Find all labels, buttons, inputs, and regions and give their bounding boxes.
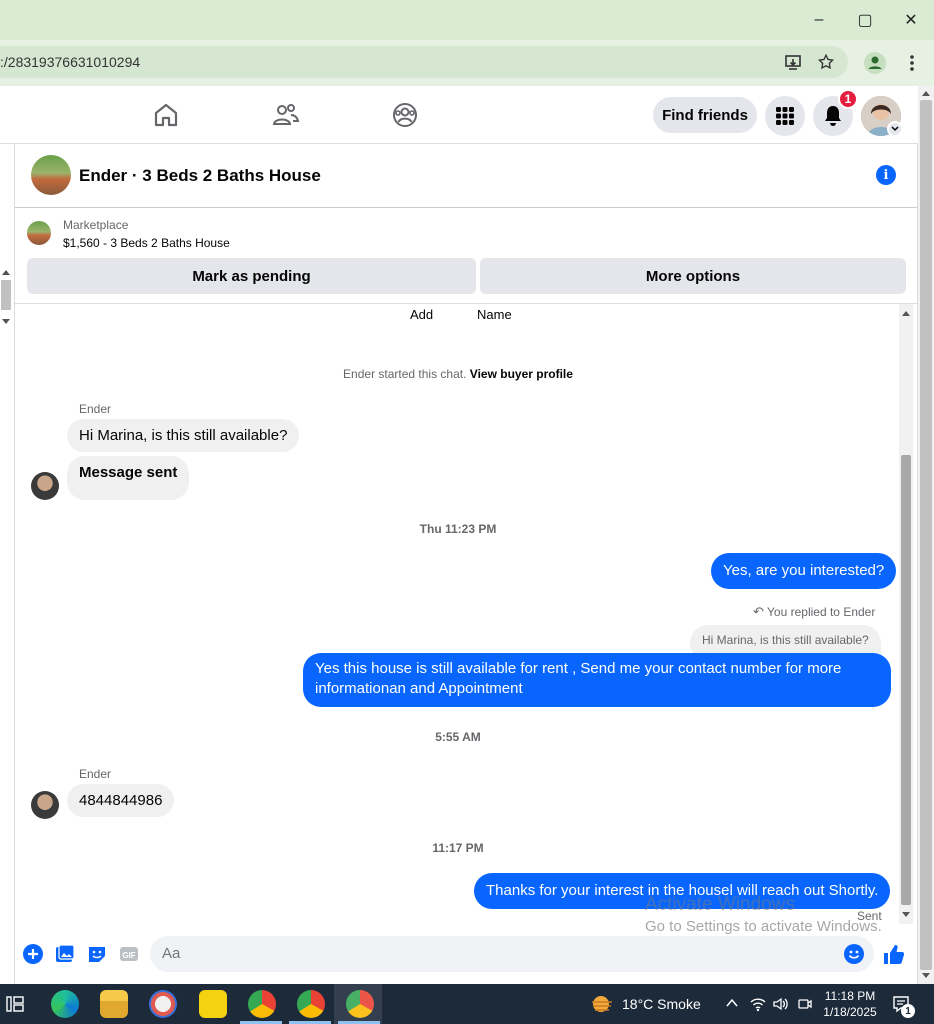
volume-icon[interactable] [772,996,790,1012]
edge-icon[interactable] [51,990,79,1018]
message-input[interactable] [162,945,822,962]
action-center-badge: 1 [901,1004,915,1018]
marketplace-thumbnail[interactable] [27,221,51,245]
cut-label-name: Name [477,307,512,322]
message-composer[interactable] [150,936,874,972]
chat-panel: Ender · 3 Beds 2 Baths House i Marketpla… [14,144,918,984]
install-app-icon[interactable] [784,53,802,71]
svg-text:GIF: GIF [122,951,135,960]
groups-icon[interactable] [390,100,420,130]
timestamp: Thu 11:23 PM [419,522,497,536]
weather-text[interactable]: 18°C Smoke [622,996,701,1012]
mark-as-pending-button[interactable]: Mark as pending [27,258,476,294]
find-friends-button[interactable]: Find friends [653,97,757,133]
emoji-icon[interactable] [844,944,864,964]
menu-button[interactable] [765,96,805,136]
bell-icon [825,106,841,126]
meet-now-icon[interactable] [797,996,813,1012]
profile-icon[interactable] [864,52,886,74]
chrome-icon[interactable] [248,990,276,1018]
reply-label: You replied to Ender [767,605,876,619]
message-outgoing[interactable]: Yes this house is still available for re… [303,653,891,707]
address-row: :/28319376631010294 [0,40,934,86]
clock[interactable]: 11:18 PM 1/18/2025 [822,988,878,1020]
minimize-button[interactable]: – [804,8,834,32]
sender-name: Ender [79,402,112,416]
home-icon[interactable] [151,100,181,130]
chrome-profile-icon[interactable] [297,990,325,1018]
activate-windows-subtitle: Go to Settings to activate Windows. [645,918,882,935]
account-dropdown[interactable] [887,121,903,137]
active-app-highlight [334,984,382,1024]
friends-icon[interactable] [271,100,301,130]
more-options-button[interactable]: More options [480,258,906,294]
close-button[interactable]: ✕ [896,8,926,32]
page-scroll-down-icon[interactable] [921,972,931,980]
message-incoming[interactable]: 4844844986 [67,784,175,817]
url-text: :/28319376631010294 [0,54,141,70]
scroll-down-arrow-icon[interactable] [901,911,911,919]
cut-label-add: Add [410,307,434,322]
activate-windows-title: Activate Windows [645,894,795,915]
clock-date: 1/18/2025 [823,1005,877,1019]
windows-taskbar: 18°C Smoke 11:18 PM 1/18/2025 1 [0,984,934,1024]
gif-icon[interactable]: GIF [119,944,139,964]
marketplace-label: Marketplace [63,218,129,232]
sender-avatar[interactable] [31,791,59,819]
chevron-down-icon [891,126,899,132]
photo-icon[interactable] [55,944,75,964]
message-incoming[interactable]: Hi Marina, is this still available? [67,419,300,452]
listing-thumbnail[interactable] [31,155,71,195]
sender-avatar[interactable] [31,472,59,500]
weather-icon[interactable] [590,994,614,1014]
info-icon[interactable]: i [876,165,896,185]
timestamp: 11:17 PM [432,841,484,855]
chat-scrollbar-thumb[interactable] [901,455,911,905]
reply-indicator: ↶ You replied to Ender [753,604,875,620]
message-incoming[interactable]: Message sent [67,456,190,500]
view-buyer-profile-link[interactable]: View buyer profile [470,367,573,381]
scroll-up-arrow-icon[interactable] [901,309,911,317]
facebook-header: Find friends 1 [0,86,934,144]
task-view-icon[interactable] [6,994,24,1014]
timestamp: 5:55 AM [435,730,481,744]
page-scroll-up-icon[interactable] [921,89,931,97]
browser-menu-icon[interactable] [908,54,916,72]
page-scrollbar-thumb[interactable] [920,100,932,970]
chevron-up-icon[interactable] [726,998,738,1008]
chat-header: Ender · 3 Beds 2 Baths House i [15,144,917,208]
sticky-notes-icon[interactable] [199,990,227,1018]
sender-name: Ender [79,767,112,781]
grid-menu-icon [776,107,794,125]
wifi-icon[interactable] [750,996,766,1012]
message-line: informationan and Appointment [315,680,523,697]
paint-icon[interactable] [149,990,177,1018]
left-scroll-fragment [1,270,11,324]
sticker-icon[interactable] [87,944,107,964]
notification-badge: 1 [838,89,858,109]
chat-title[interactable]: Ender · 3 Beds 2 Baths House [79,166,321,186]
window-title-bar: – ▢ ✕ [0,0,934,40]
file-explorer-icon[interactable] [100,990,128,1018]
restore-button[interactable]: ▢ [850,8,880,32]
reply-icon: ↶ [753,604,764,619]
divider [15,303,917,304]
bookmark-star-icon[interactable] [817,53,835,71]
plus-icon[interactable] [23,944,43,964]
marketplace-item[interactable]: $1,560 - 3 Beds 2 Baths House [63,236,230,250]
message-line: Yes this house is still available for re… [315,660,842,677]
started-text: Ender started this chat. [343,367,467,381]
message-outgoing[interactable]: Yes, are you interested? [711,553,897,589]
clock-time: 11:18 PM [824,989,876,1003]
chat-start-notice: Ender started this chat. View buyer prof… [15,367,901,381]
like-thumb-icon[interactable] [883,943,905,965]
address-bar[interactable]: :/28319376631010294 [0,46,848,78]
